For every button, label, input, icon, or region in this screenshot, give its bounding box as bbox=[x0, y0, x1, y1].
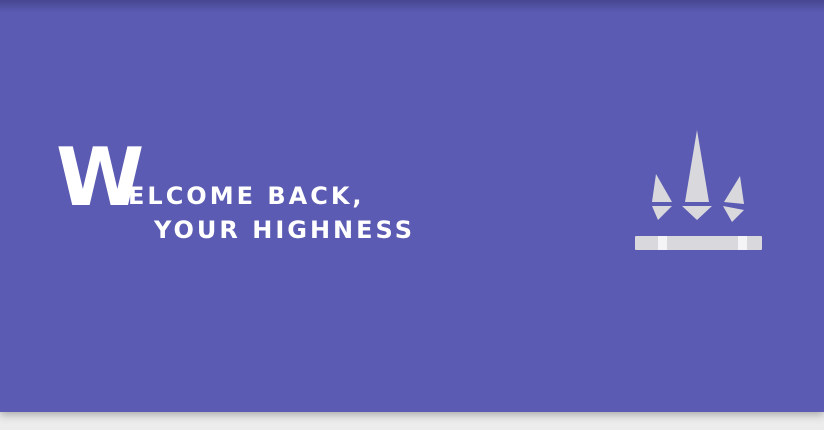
top-shadow bbox=[0, 0, 824, 12]
greeting-line-2: YOUR HIGHNESS bbox=[154, 216, 416, 244]
welcome-message: W ELCOME BACK, YOUR HIGHNESS bbox=[56, 138, 476, 258]
crown-icon bbox=[635, 130, 762, 250]
greeting-line-1: ELCOME BACK, bbox=[128, 182, 365, 210]
welcome-banner: W ELCOME BACK, YOUR HIGHNESS bbox=[0, 0, 824, 412]
